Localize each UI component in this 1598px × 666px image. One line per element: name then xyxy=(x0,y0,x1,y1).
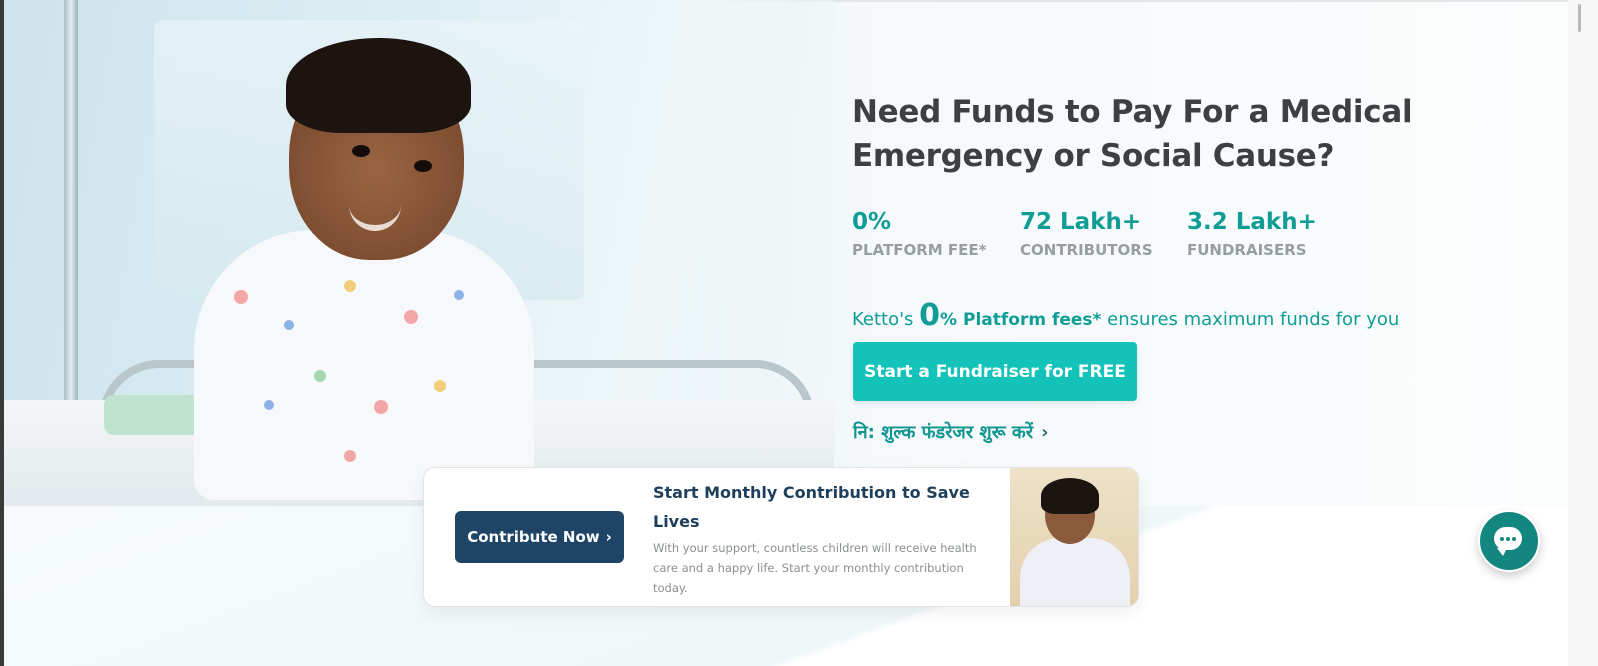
chevron-right-icon: › xyxy=(605,528,612,546)
monthly-card-photo xyxy=(1010,468,1138,606)
hindi-start-fundraiser-link[interactable]: नि: शुल्क फंडरेजर शुरू करें › xyxy=(853,420,1049,446)
stat-platform-fee: 0% PLATFORM FEE* xyxy=(852,207,987,262)
stat-label: FUNDRAISERS xyxy=(1187,241,1307,259)
page-scrollbar[interactable] xyxy=(1568,0,1598,666)
monthly-card-description: With your support, countless children wi… xyxy=(653,541,977,595)
hero-headline: Need Funds to Pay For a Medical Emergenc… xyxy=(852,94,1413,174)
zero-fee-tagline: Ketto's 0% Platform fees* ensures maximu… xyxy=(852,296,1399,340)
monthly-card-title: Start Monthly Contribution to Save Lives xyxy=(653,483,970,531)
stat-fundraisers: 3.2 Lakh+ FUNDRAISERS xyxy=(1187,207,1317,262)
stat-value: 0% xyxy=(852,209,892,235)
stat-value: 3.2 Lakh+ xyxy=(1187,209,1317,235)
stat-contributors: 72 Lakh+ CONTRIBUTORS xyxy=(1020,207,1153,262)
stat-value: 72 Lakh+ xyxy=(1020,209,1142,235)
tagline-bold: % Platform fees* xyxy=(940,310,1102,330)
chat-bubble-icon xyxy=(1494,527,1522,556)
start-fundraiser-button[interactable]: Start a Fundraiser for FREE xyxy=(853,342,1137,401)
stat-label: PLATFORM FEE* xyxy=(852,241,987,259)
hindi-link-label: नि: शुल्क फंडरेजर शुरू करें xyxy=(853,422,1034,443)
chevron-right-icon: › xyxy=(1041,422,1049,443)
chat-button[interactable] xyxy=(1478,510,1540,572)
contribute-now-button[interactable]: Contribute Now › xyxy=(455,511,624,563)
hero-section: Need Funds to Pay For a Medical Emergenc… xyxy=(4,0,1568,506)
tagline-zero: 0 xyxy=(919,298,941,333)
tagline-prefix: Ketto's xyxy=(852,309,920,330)
hero-photo-child-hospital xyxy=(4,0,834,506)
monthly-contribution-card: Contribute Now › Start Monthly Contributi… xyxy=(423,467,1139,607)
tagline-suffix: ensures maximum funds for you xyxy=(1101,309,1400,330)
scrollbar-thumb[interactable] xyxy=(1578,4,1581,32)
contribute-label: Contribute Now xyxy=(467,528,600,546)
stat-label: CONTRIBUTORS xyxy=(1020,241,1153,259)
